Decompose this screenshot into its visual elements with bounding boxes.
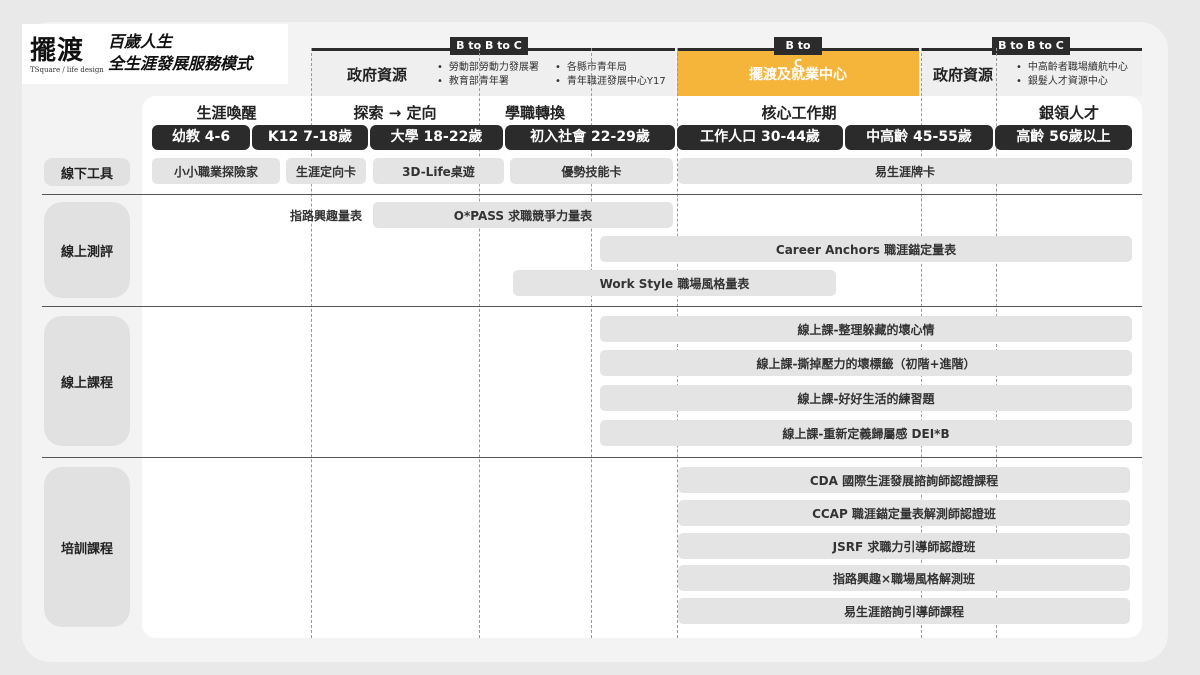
training-course-item: CDA 國際生涯發展諮詢師認證課程 xyxy=(678,467,1130,493)
gov-left-title: 政府資源 xyxy=(347,66,408,84)
gov-left-bullet: 各縣市青年局 xyxy=(555,61,666,75)
age-pill: 大學 18-22歲 xyxy=(370,125,503,150)
gov-left-bullet: 教育部青年署 xyxy=(437,75,539,89)
assessment-item: 指路興趣量表 xyxy=(289,208,362,223)
assessment-item: Career Anchors 職涯錨定量表 xyxy=(600,236,1132,262)
offline-tool-item: 小小職業探險家 xyxy=(152,158,280,184)
diagram-title: 百歲人生 全生涯發展服務模式 xyxy=(108,31,252,75)
row-divider xyxy=(42,194,1142,195)
category-online-assessment: 線上測評 xyxy=(44,202,130,298)
online-course-item: 線上課-重新定義歸屬感 DEI*B xyxy=(600,420,1132,446)
gov-left-bullets-b: 各縣市青年局 青年職涯發展中心Y17 xyxy=(555,61,666,89)
offline-tool-item: 3D-Life桌遊 xyxy=(373,158,504,184)
category-training-courses: 培訓課程 xyxy=(44,467,130,627)
assessment-item: O*PASS 求職競爭力量表 xyxy=(373,202,673,228)
offline-tool-item: 生涯定向卡 xyxy=(286,158,366,184)
online-course-item: 線上課-整理躲藏的壞心情 xyxy=(600,316,1132,342)
badge-b2b2c-left: B to B to C xyxy=(450,37,528,55)
offline-tool-item: 優勢技能卡 xyxy=(510,158,673,184)
age-pill: 中高齡 45-55歲 xyxy=(845,125,993,150)
logo-subtitle: TSquare / life design xyxy=(30,66,104,74)
online-course-item: 線上課-撕掉壓力的壞標籤（初階+進階） xyxy=(600,350,1132,376)
training-course-item: JSRF 求職力引導師認證班 xyxy=(678,533,1130,559)
age-pill: 幼教 4-6 xyxy=(152,125,250,150)
category-offline-tools: 線下工具 xyxy=(44,158,130,186)
row-divider xyxy=(42,306,1142,307)
gov-left-bullets-a: 勞動部勞動力發展署 教育部青年署 xyxy=(437,61,539,89)
category-online-courses: 線上課程 xyxy=(44,316,130,446)
age-pill: 高齡 56歲以上 xyxy=(995,125,1132,150)
gov-right-bullets: 中高齡者職場續航中心 銀髮人才資源中心 xyxy=(1016,61,1128,89)
badge-b2b2c-right: B to B to C xyxy=(992,37,1070,55)
online-course-item: 線上課-好好生活的練習題 xyxy=(600,385,1132,411)
training-course-item: CCAP 職涯錨定量表解測師認證班 xyxy=(678,500,1130,526)
center-title: 擺渡及就業中心 xyxy=(749,67,847,83)
training-course-item: 指路興趣×職場風格解測班 xyxy=(678,565,1130,591)
gov-left-bullet: 青年職涯發展中心Y17 xyxy=(555,75,666,89)
gov-right-bullet: 銀髮人才資源中心 xyxy=(1016,75,1128,89)
assessment-item: Work Style 職場風格量表 xyxy=(513,270,836,296)
row-divider xyxy=(42,457,1142,458)
gov-left-bullet: 勞動部勞動力發展署 xyxy=(437,61,539,75)
badge-b2c: B to C xyxy=(774,37,822,70)
stage-label: 生涯喚醒 xyxy=(196,104,257,122)
age-pill: K12 7-18歲 xyxy=(252,125,368,150)
stage-label: 銀領人才 xyxy=(1038,104,1099,122)
gov-right-title: 政府資源 xyxy=(933,66,994,84)
logo-mark: 擺渡 xyxy=(30,36,85,66)
training-course-item: 易生涯諮詢引導師課程 xyxy=(678,598,1130,624)
gov-right-bullet: 中高齡者職場續航中心 xyxy=(1016,61,1128,75)
stage-label: 核心工作期 xyxy=(761,104,837,122)
title-line-2: 全生涯發展服務模式 xyxy=(108,54,253,73)
stage-label: 探索 → 定向 xyxy=(353,104,437,122)
age-pill: 工作人口 30-44歲 xyxy=(677,125,843,150)
title-line-1: 百歲人生 xyxy=(108,32,173,51)
offline-tool-item: 易生涯牌卡 xyxy=(678,158,1132,184)
age-pill: 初入社會 22-29歲 xyxy=(505,125,675,150)
stage-label: 學職轉換 xyxy=(504,104,565,122)
